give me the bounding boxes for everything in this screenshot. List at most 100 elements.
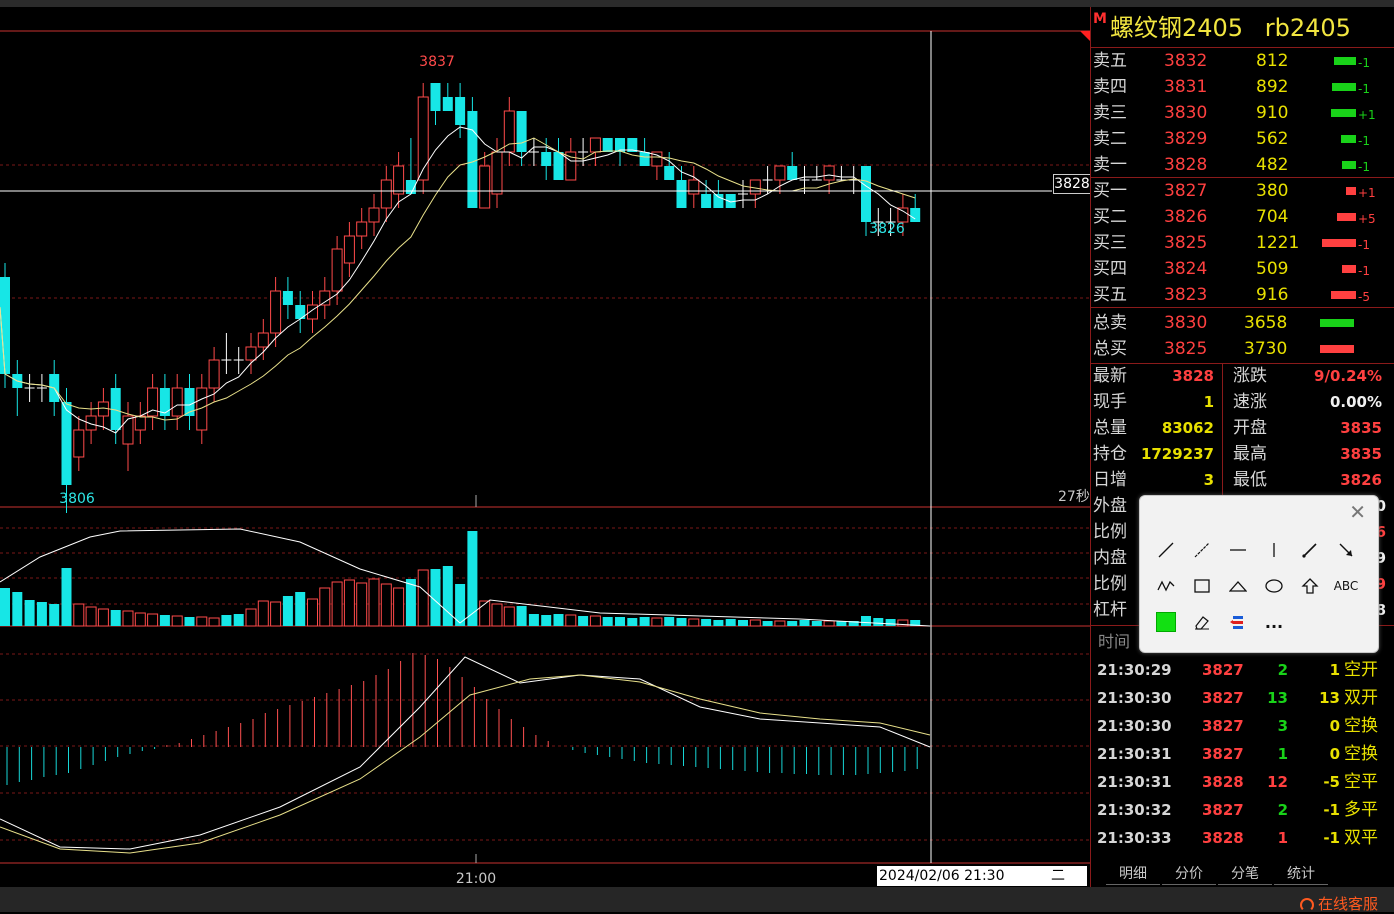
ellipse-icon[interactable]: [1262, 574, 1286, 598]
volume-bar: [589, 615, 601, 627]
tick-type: 空换: [1344, 716, 1378, 736]
candle-body: [380, 179, 392, 209]
ray-line-icon[interactable]: [1190, 538, 1214, 562]
volume-bar: [799, 620, 810, 626]
text-tool-icon[interactable]: ABC: [1334, 574, 1359, 598]
depth-change: -1: [1358, 82, 1370, 96]
tick-time: 21:30:31: [1097, 745, 1172, 763]
horizontal-line-icon[interactable]: [1226, 538, 1250, 562]
depth-volume-bar: [1331, 109, 1356, 117]
volume-bar: [664, 617, 675, 626]
volume-bar: [602, 617, 613, 626]
depth-change: -1: [1358, 160, 1370, 174]
tab-price[interactable]: 分价: [1162, 864, 1216, 885]
close-icon[interactable]: ✕: [1349, 500, 1366, 524]
low-price-label: 3806: [59, 491, 95, 507]
volume-bar: [356, 582, 368, 627]
stat-label: 最低: [1233, 470, 1267, 490]
depth-price[interactable]: 3832: [1164, 51, 1207, 71]
volume-bar: [861, 616, 871, 626]
volume-bar: [762, 621, 773, 626]
volume-bar: [134, 612, 146, 627]
volume-bar: [639, 617, 650, 626]
online-service-link[interactable]: 在线客服: [1299, 893, 1378, 914]
volume-bar: [442, 566, 453, 626]
candle-body: [602, 138, 613, 152]
vertical-line-icon[interactable]: [1262, 538, 1286, 562]
tick-oi-change: 13: [1319, 689, 1340, 707]
candle-body: [467, 111, 478, 208]
candle-body: [897, 207, 909, 223]
tick-time: 21:30:30: [1097, 717, 1172, 735]
instrument-code: rb2405: [1264, 14, 1351, 42]
kline-chart-area[interactable]: 3837 3806 3826 27秒 21:00: [0, 7, 1090, 887]
main-contract-mark: M: [1093, 11, 1107, 27]
volume-bar: [417, 569, 429, 627]
segment-line-icon[interactable]: [1154, 538, 1178, 562]
tick-type: 空换: [1344, 744, 1378, 764]
settings-list-icon[interactable]: [1226, 610, 1250, 634]
depth-label: 买五: [1093, 285, 1127, 305]
top-bar: [0, 0, 1394, 7]
candle-body: [664, 166, 675, 180]
tab-trades[interactable]: 分笔: [1218, 864, 1272, 885]
depth-volume: 916: [1256, 285, 1289, 305]
tab-stats[interactable]: 统计: [1274, 864, 1328, 885]
stat-value: 1729237: [1140, 445, 1214, 463]
total-label: 总卖: [1093, 313, 1127, 333]
triangle-icon[interactable]: [1226, 574, 1250, 598]
instrument-title: 螺纹钢2405 rb2405: [1110, 13, 1351, 43]
depth-volume: 482: [1256, 155, 1289, 175]
depth-volume: 892: [1256, 77, 1289, 97]
zigzag-icon[interactable]: [1154, 574, 1178, 598]
total-volume: 3658: [1244, 313, 1288, 333]
depth-price[interactable]: 3826: [1164, 207, 1207, 227]
depth-label: 买三: [1093, 233, 1127, 253]
up-arrow-icon[interactable]: [1298, 574, 1322, 598]
depth-price[interactable]: 3828: [1164, 155, 1207, 175]
cursor-time-box: 2024/02/06 21:30 二: [877, 866, 1087, 886]
volume-bar: [467, 531, 478, 626]
down-arrow-line-icon[interactable]: [1334, 538, 1358, 562]
depth-label: 卖四: [1093, 77, 1127, 97]
depth-price[interactable]: 3825: [1164, 233, 1207, 253]
volume-bar: [615, 617, 625, 626]
volume-bar: [233, 614, 244, 626]
crosshair: [0, 31, 1052, 863]
tick-time: 21:30:32: [1097, 801, 1172, 819]
volume-bar: [122, 610, 134, 627]
color-picker-icon[interactable]: [1154, 610, 1178, 634]
drawing-toolbox: ✕ ABC...: [1139, 495, 1379, 653]
tick-time: 21:30:31: [1097, 773, 1172, 791]
total-price: 3830: [1164, 313, 1208, 333]
tick-oi-change: -1: [1323, 829, 1340, 847]
depth-price[interactable]: 3823: [1164, 285, 1207, 305]
depth-volume: 704: [1256, 207, 1289, 227]
volume-bar: [245, 608, 257, 627]
tick-oi-change: 0: [1329, 717, 1340, 735]
tick-oi-change: -1: [1323, 801, 1340, 819]
depth-price[interactable]: 3831: [1164, 77, 1207, 97]
volume-bar: [97, 608, 109, 627]
eraser-icon[interactable]: [1190, 610, 1214, 634]
tab-detail[interactable]: 明细: [1106, 864, 1160, 885]
macd-series: [0, 653, 931, 854]
more-icon[interactable]: ...: [1262, 610, 1286, 634]
rectangle-icon[interactable]: [1190, 574, 1214, 598]
tick-type: 多平: [1344, 800, 1378, 820]
depth-price[interactable]: 3829: [1164, 129, 1207, 149]
volume-bar: [503, 606, 515, 627]
stat-label: 总量: [1093, 418, 1127, 438]
detail-tabs: 明细 分价 分笔 统计: [1090, 864, 1394, 886]
arrow-line-icon[interactable]: [1298, 538, 1322, 562]
tick-price: 3827: [1202, 801, 1244, 819]
dif-line: [0, 656, 931, 850]
volume-bar: [0, 588, 10, 626]
depth-price[interactable]: 3824: [1164, 259, 1207, 279]
volume-bar: [49, 604, 60, 626]
volume-bar: [36, 602, 47, 626]
tick-time: 21:30:29: [1097, 661, 1172, 679]
volume-bar: [749, 619, 761, 627]
depth-price[interactable]: 3827: [1164, 181, 1207, 201]
depth-price[interactable]: 3830: [1164, 103, 1207, 123]
